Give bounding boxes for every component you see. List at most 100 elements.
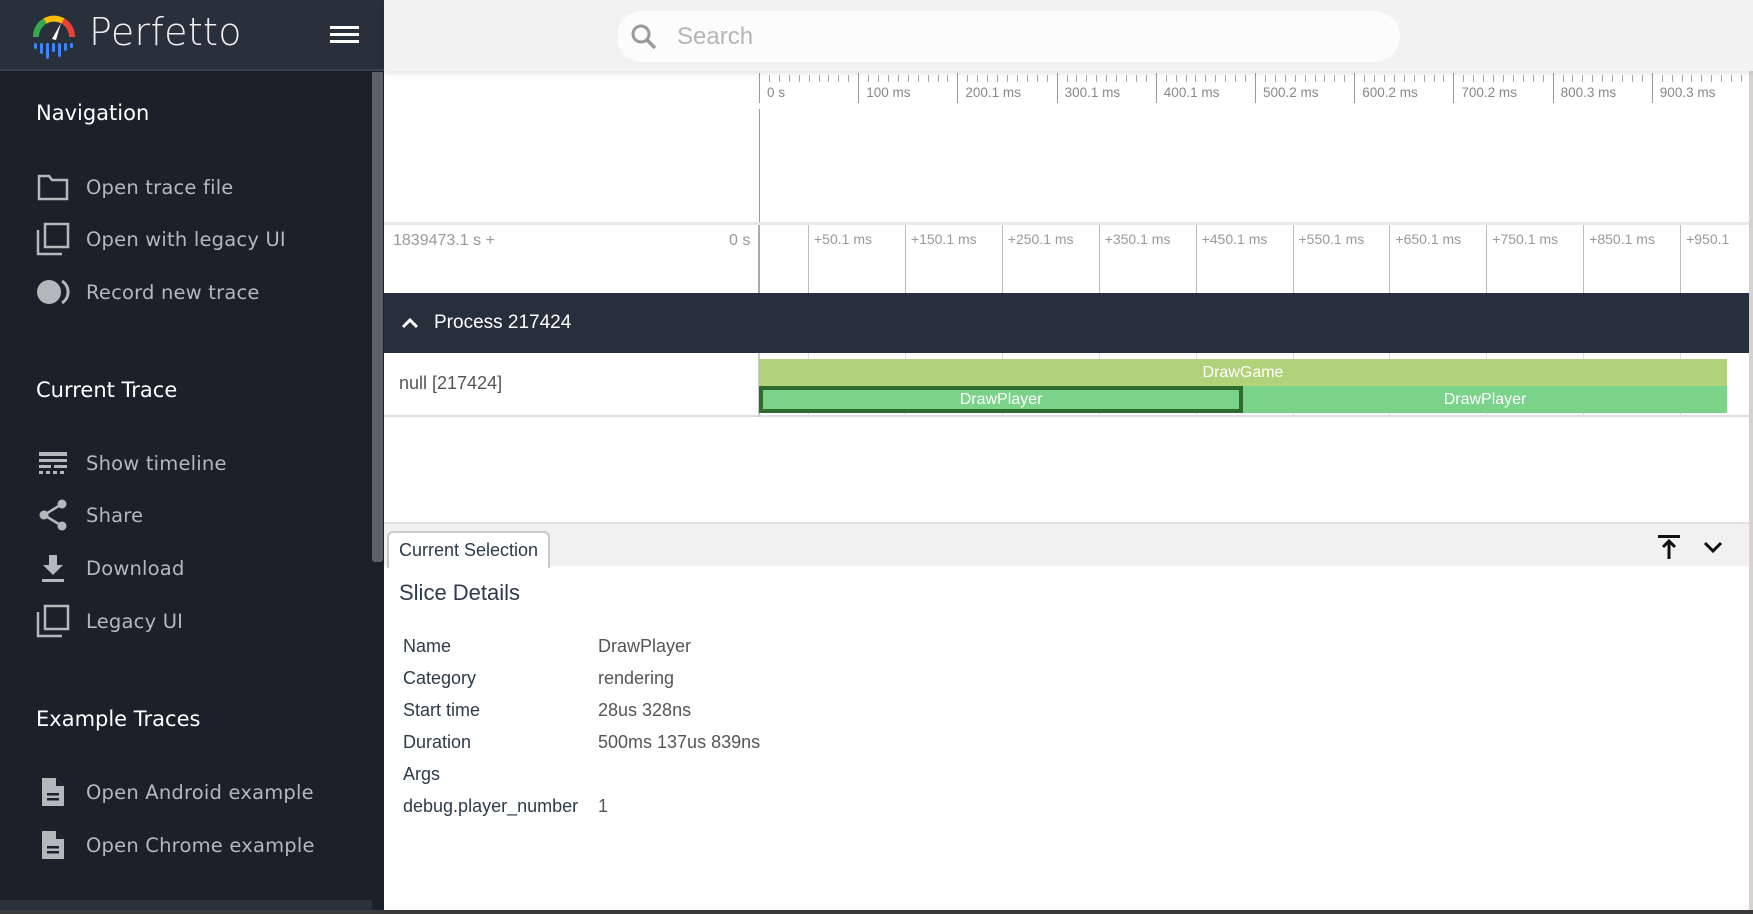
detail-value: DrawPlayer <box>598 636 692 656</box>
overview-minor-tick <box>1423 75 1425 82</box>
overview-time-axis[interactable]: 0 s 100 ms 200.1 ms 300.1 ms 400.1 ms 500.2 m… <box>759 71 1749 107</box>
time-grid-label: +850.1 ms <box>1589 231 1655 247</box>
process-group-header[interactable]: Process 217424 <box>384 293 1749 353</box>
overview-minor-tick <box>1175 75 1177 82</box>
detail-value: rendering <box>598 668 675 688</box>
overview-minor-tick <box>1463 75 1465 82</box>
window-border-right <box>1749 0 1753 914</box>
sidebar-horizontal-scrollbar[interactable] <box>0 900 372 910</box>
sidebar-item-show-timeline[interactable]: Show timeline <box>36 443 356 483</box>
time-grid-label: +350.1 ms <box>1104 231 1171 247</box>
slice-drawplayer[interactable]: DrawPlayer <box>1243 386 1727 413</box>
overview-minor-tick <box>1741 75 1743 82</box>
time-grid-label: +50.1 ms <box>814 231 872 247</box>
overview-minor-tick <box>1096 75 1098 82</box>
overview-minor-tick <box>1106 75 1108 82</box>
time-grid-label: +450.1 ms <box>1201 231 1268 247</box>
overview-minor-tick <box>1532 75 1534 82</box>
overview-minor-tick <box>1721 75 1723 82</box>
overview-minor-tick <box>808 75 810 82</box>
detail-value: 1 <box>598 796 609 816</box>
overview-minor-tick <box>947 75 949 82</box>
section-title-example-traces: Example Traces <box>36 707 201 731</box>
slice-drawplayer[interactable]: DrawPlayer <box>759 386 1244 413</box>
detail-key: Duration <box>403 732 472 752</box>
overview-major-tick <box>957 73 959 103</box>
download-icon <box>36 551 70 585</box>
overview-minor-tick <box>878 75 880 82</box>
sidebar-item-label: Show timeline <box>86 451 227 475</box>
overview-tick-label: 600.2 ms <box>1362 85 1418 100</box>
overview-minor-tick <box>997 75 999 82</box>
overview-minor-tick <box>1086 75 1088 82</box>
time-grid-line <box>1583 225 1585 294</box>
overview-minor-tick <box>1205 75 1207 82</box>
chevron-down-icon <box>1703 541 1723 554</box>
overview-minor-tick <box>768 75 770 82</box>
sidebar-scrollbar[interactable] <box>372 72 383 562</box>
overview-minor-tick <box>1245 75 1247 82</box>
overview-minor-tick <box>1026 75 1028 82</box>
sidebar-item-record-new-trace[interactable]: Record new trace <box>36 272 356 312</box>
folder-icon <box>36 170 70 204</box>
time-grid-label: +250.1 ms <box>1007 231 1074 247</box>
timeline-main: 0 s 100 ms 200.1 ms 300.1 ms 400.1 ms 500.2 m… <box>384 71 1749 910</box>
overview-minor-tick <box>1503 75 1504 82</box>
overview-minor-tick <box>1334 75 1336 82</box>
time-grid-line <box>1195 225 1197 294</box>
sidebar-item-label: Download <box>86 556 185 580</box>
overview-minor-tick <box>1135 75 1137 82</box>
overview-minor-tick <box>977 75 979 82</box>
menu-toggle-button[interactable] <box>330 26 359 46</box>
overview-major-tick <box>1453 73 1455 103</box>
chevron-up-icon[interactable] <box>398 311 422 335</box>
overview-minor-tick <box>838 75 840 82</box>
detail-key: debug.player_number <box>403 796 579 816</box>
overview-minor-tick <box>917 75 919 82</box>
overview-major-tick <box>858 73 860 103</box>
sidebar-item-open-with-legacy-ui[interactable]: Open with legacy UI <box>36 219 356 259</box>
search-input[interactable] <box>677 22 1277 51</box>
overview-major-tick <box>759 73 760 103</box>
sidebar-item-open-android-example[interactable]: Open Android example <box>36 772 356 812</box>
overview-minor-tick <box>1512 75 1514 82</box>
filter-none-icon <box>36 222 70 256</box>
overview-minor-tick <box>1314 75 1316 82</box>
time-grid-label: +750.1 ms <box>1492 231 1559 247</box>
time-grid-label: +650.1 ms <box>1395 231 1462 247</box>
time-grid-label: +150.1 ms <box>910 231 977 247</box>
sidebar-item-open-trace-file[interactable]: Open trace file <box>36 167 356 207</box>
overview-minor-tick <box>1126 75 1128 82</box>
detail-value: 28us 328ns <box>598 700 692 720</box>
hamburger-icon <box>330 26 359 29</box>
overview-major-tick <box>1255 73 1256 103</box>
overview-minor-tick <box>1592 75 1594 82</box>
sidebar-item-share[interactable]: Share <box>36 495 356 535</box>
hamburger-line <box>330 40 359 43</box>
overview-minor-tick <box>1691 75 1693 82</box>
overview-tick-label: 200.1 ms <box>965 85 1021 100</box>
record-icon <box>36 275 70 309</box>
overview-minor-tick <box>1433 75 1435 82</box>
search-box[interactable] <box>617 11 1400 62</box>
slice-details: Slice Details Name DrawPlayer Category rend… <box>384 566 1749 906</box>
description-icon <box>36 828 70 862</box>
slice-drawgame[interactable]: DrawGame <box>759 359 1727 386</box>
overview-minor-tick <box>1324 75 1326 82</box>
tab-current-selection[interactable]: Current Selection <box>387 531 550 568</box>
perfetto-logo-icon <box>33 15 75 59</box>
sidebar-item-label: Legacy UI <box>86 609 184 633</box>
overview-minor-tick <box>1304 75 1306 82</box>
overview-minor-tick <box>907 75 909 82</box>
overview-minor-tick <box>1066 75 1068 82</box>
overview-minor-tick <box>1711 75 1713 82</box>
collapse-panel-button[interactable] <box>1698 532 1728 562</box>
maximize-panel-button[interactable] <box>1654 532 1684 562</box>
detail-key: Start time <box>403 700 481 720</box>
sidebar-item-open-chrome-example[interactable]: Open Chrome example <box>36 825 356 865</box>
section-title-navigation: Navigation <box>36 101 150 125</box>
overview-minor-tick <box>1522 75 1524 82</box>
sidebar-item-download[interactable]: Download <box>36 548 356 588</box>
overview-minor-tick <box>818 75 820 82</box>
sidebar-item-legacy-ui[interactable]: Legacy UI <box>36 601 356 641</box>
